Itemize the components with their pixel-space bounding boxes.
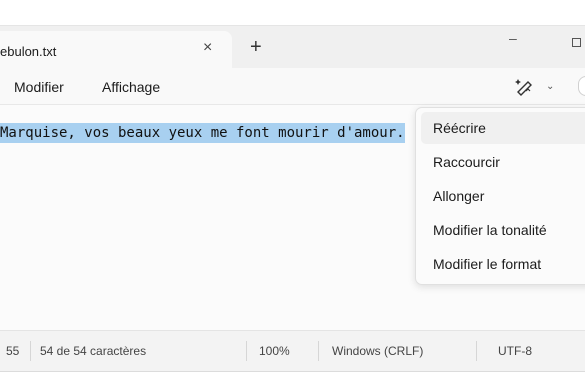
chevron-down-icon[interactable]: ⌄ xyxy=(546,81,554,92)
status-divider xyxy=(30,341,31,361)
copilot-pen-icon[interactable] xyxy=(514,78,536,99)
tab-title: ebulon.txt xyxy=(0,44,57,59)
menu-option-raccourcir[interactable]: Raccourcir xyxy=(421,146,585,178)
title-bar: ebulon.txt × + – xyxy=(0,26,585,68)
rewrite-menu: Réécrire Raccourcir Allonger Modifier la… xyxy=(415,107,585,285)
tab-file[interactable]: ebulon.txt × xyxy=(0,31,232,68)
minimize-button[interactable]: – xyxy=(509,30,517,46)
status-column: 55 xyxy=(6,344,20,358)
status-zoom[interactable]: 100% xyxy=(259,344,290,358)
status-line-ending[interactable]: Windows (CRLF) xyxy=(332,344,423,358)
menu-bar: Modifier Affichage ⌄ xyxy=(0,68,585,104)
menu-modifier[interactable]: Modifier xyxy=(14,79,64,95)
status-divider xyxy=(318,341,319,361)
status-divider xyxy=(476,341,477,361)
settings-button[interactable] xyxy=(578,76,585,96)
maximize-button[interactable] xyxy=(572,38,581,47)
status-divider xyxy=(246,341,247,361)
status-bar: 55 54 de 54 caractères 100% Windows (CRL… xyxy=(0,330,585,371)
status-selection: 54 de 54 caractères xyxy=(40,344,147,358)
menu-affichage[interactable]: Affichage xyxy=(102,79,160,95)
selected-text: Marquise, vos beaux yeux me font mourir … xyxy=(0,123,405,143)
menu-option-tonalite[interactable]: Modifier la tonalité xyxy=(421,214,585,246)
close-tab-icon[interactable]: × xyxy=(203,39,212,57)
menu-option-reecrire[interactable]: Réécrire xyxy=(421,112,585,144)
status-encoding[interactable]: UTF-8 xyxy=(498,344,532,358)
menu-option-format[interactable]: Modifier le format xyxy=(421,248,585,280)
new-tab-button[interactable]: + xyxy=(250,37,262,57)
menu-option-allonger[interactable]: Allonger xyxy=(421,180,585,212)
